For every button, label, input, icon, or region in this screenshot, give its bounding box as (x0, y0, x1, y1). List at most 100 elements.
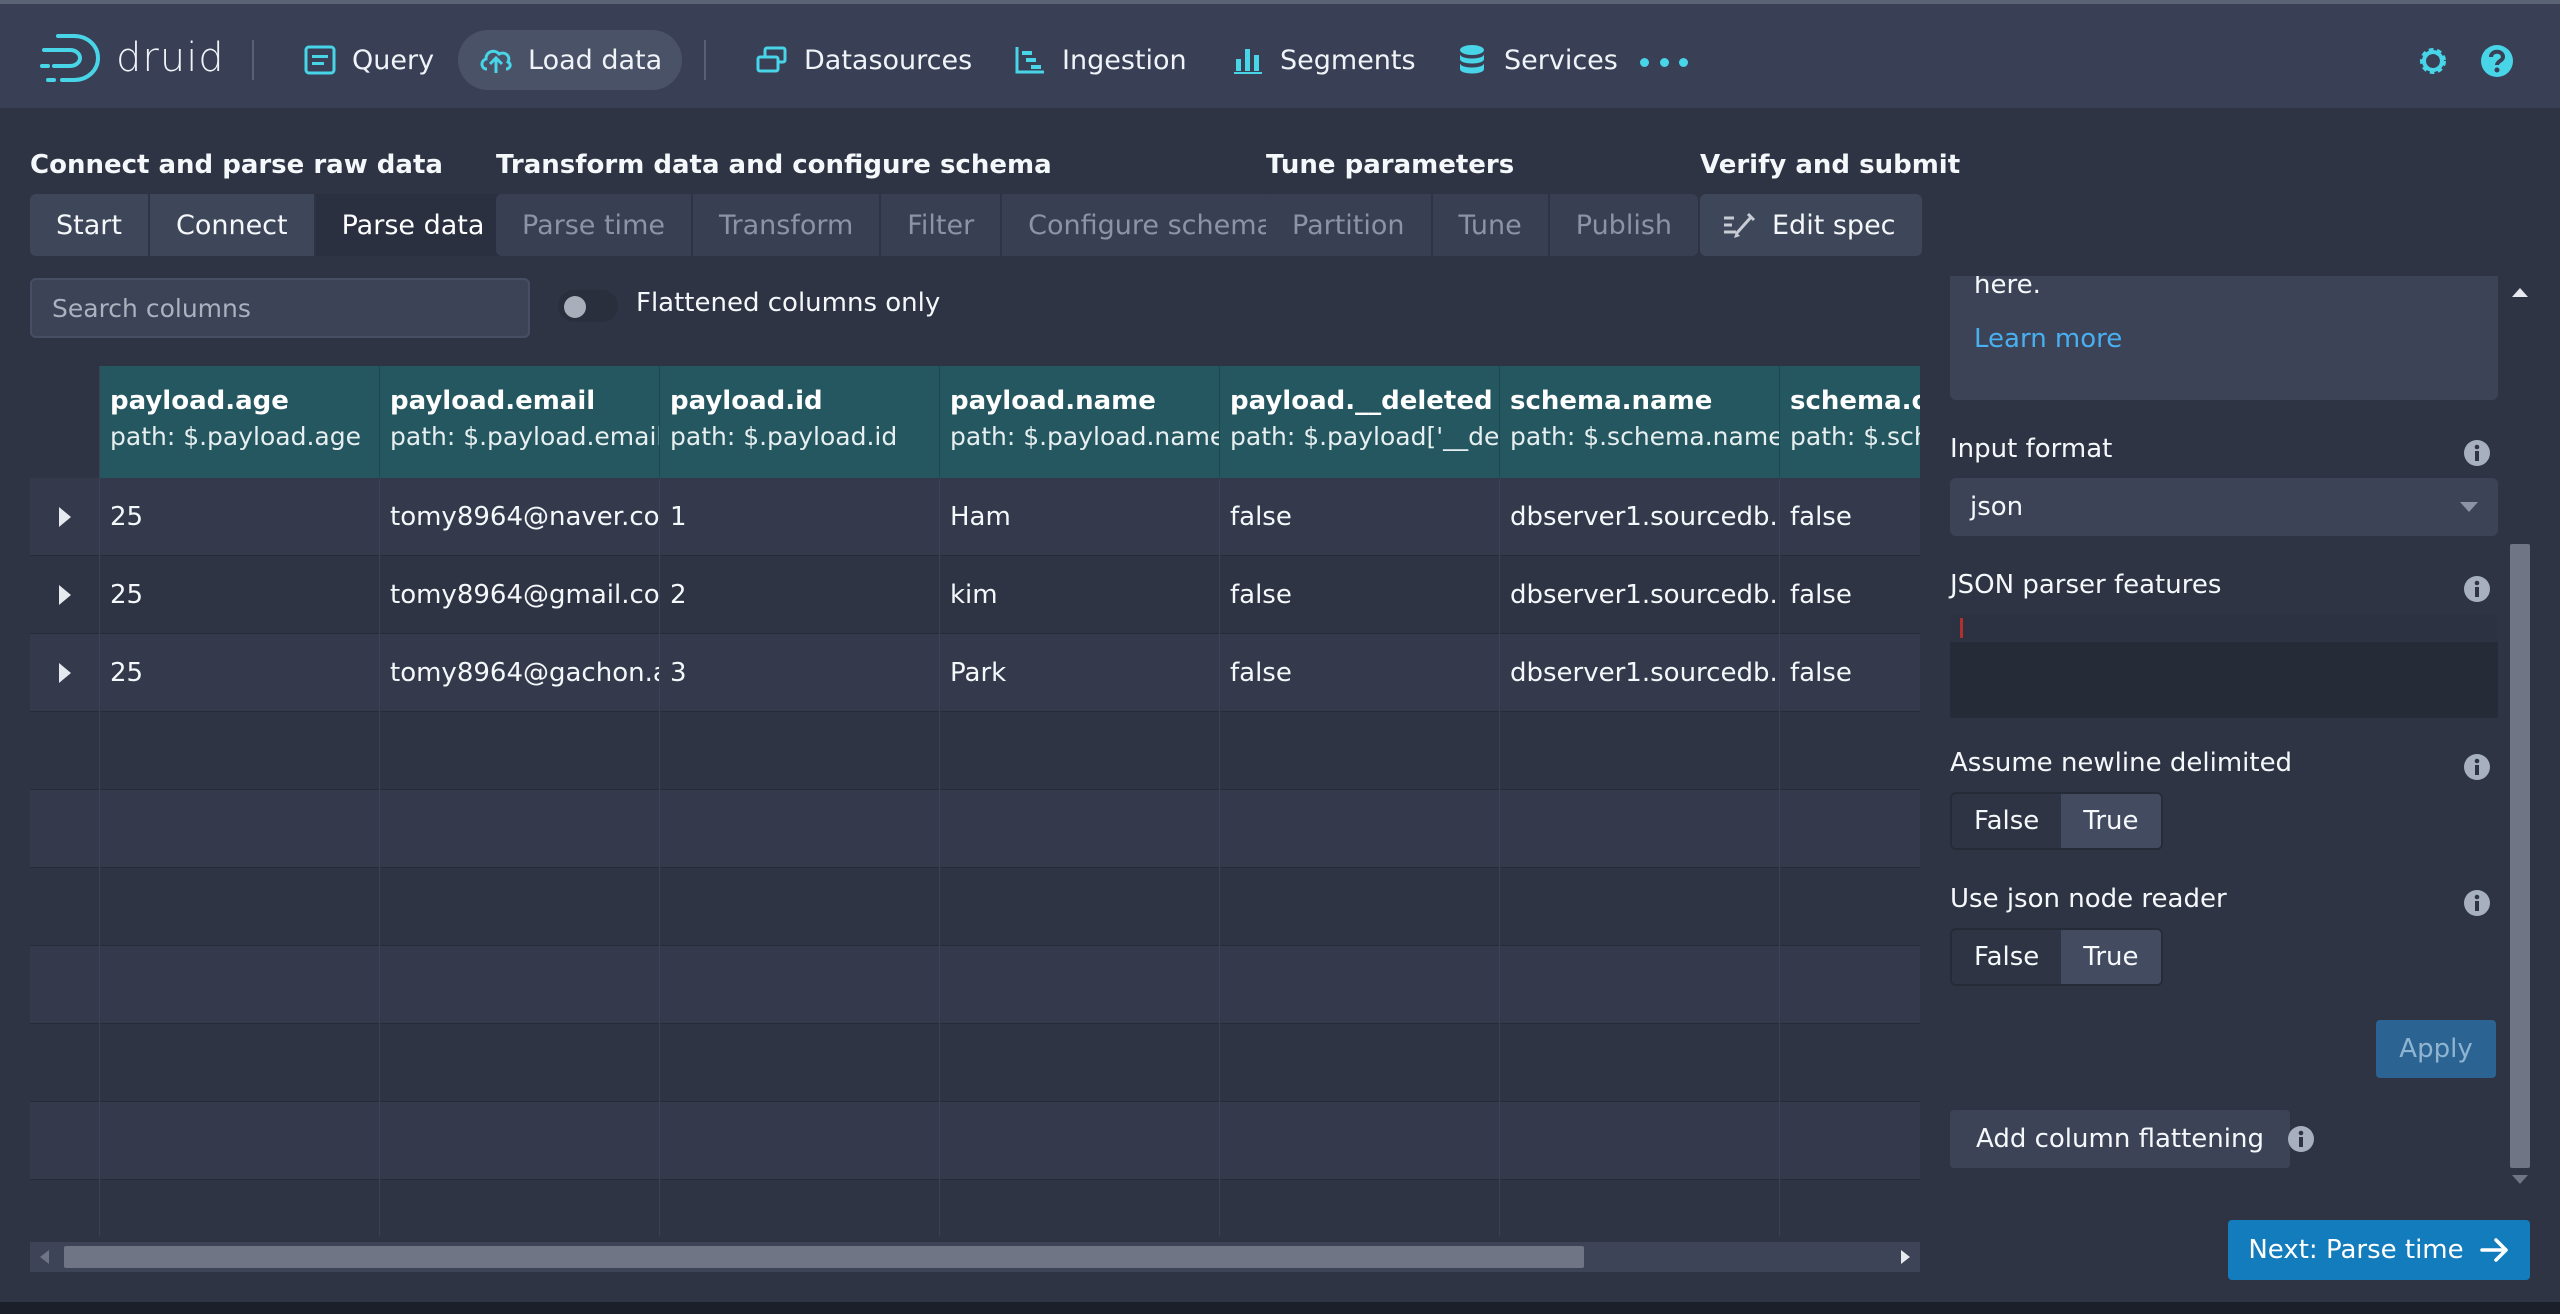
apply-button[interactable]: Apply (2376, 1020, 2496, 1078)
druid-logo[interactable]: druid (40, 30, 225, 86)
column-name: payload.id (670, 386, 823, 416)
scroll-left-icon[interactable] (40, 1250, 49, 1264)
preview-table: payload.age path: $.payload.age payload.e… (30, 366, 1920, 1236)
step-group-connect: Start Connect Parse data (30, 194, 511, 256)
info-sign-icon[interactable] (2462, 752, 2492, 782)
more-icon[interactable] (1640, 44, 1688, 80)
table-cell: tomy8964@gachon.ac (380, 634, 660, 712)
step-group-transform: Parse time Transform Filter Configure sc… (496, 194, 1300, 256)
nav-segments-label: Segments (1280, 44, 1416, 76)
column-header[interactable]: schema.name path: $.schema.name (1500, 366, 1780, 478)
horizontal-scrollbar[interactable] (30, 1242, 1920, 1272)
column-header[interactable]: payload.__deleted path: $.payload['__dele… (1220, 366, 1500, 478)
column-header[interactable]: payload.id path: $.payload.id (660, 366, 940, 478)
step-publish[interactable]: Publish (1549, 194, 1699, 256)
step-connect[interactable]: Connect (149, 194, 316, 256)
column-path: path: $.payload.name (950, 422, 1220, 451)
table-row[interactable]: 25 tomy8964@naver.com 1 Ham false dbserv… (30, 478, 1920, 556)
newline-true-button[interactable]: True (2061, 794, 2161, 848)
learn-more-link[interactable]: Learn more (1974, 324, 2474, 354)
empty-row (30, 1180, 1920, 1236)
step-tune[interactable]: Tune (1432, 194, 1550, 256)
add-column-flattening-button[interactable]: Add column flattening (1950, 1110, 2290, 1168)
table-cell: false (1780, 634, 1920, 712)
info-sign-icon[interactable] (2462, 888, 2492, 918)
nav-ingestion[interactable]: Ingestion (992, 30, 1207, 90)
table-cell: 25 (100, 634, 380, 712)
scroll-right-icon[interactable] (1901, 1250, 1910, 1264)
flattened-columns-toggle[interactable] (558, 290, 618, 322)
node-reader-false-button[interactable]: False (1952, 930, 2062, 984)
row-expander[interactable] (30, 556, 100, 634)
info-sign-icon[interactable] (2462, 574, 2492, 604)
next-parse-time-button[interactable]: Next: Parse time (2228, 1220, 2530, 1280)
node-reader-true-button[interactable]: True (2061, 930, 2161, 984)
step-partition[interactable]: Partition (1266, 194, 1433, 256)
step-parse-data[interactable]: Parse data (315, 194, 511, 256)
scrollbar-thumb[interactable] (64, 1246, 1584, 1268)
step-configure-schema[interactable]: Configure schema (1002, 194, 1300, 256)
table-row[interactable]: 25 tomy8964@gmail.com 2 kim false dbserv… (30, 556, 1920, 634)
table-cell: 2 (660, 556, 940, 634)
empty-row (30, 868, 1920, 946)
column-name: schema.name (1510, 386, 1713, 416)
caret-down-icon (2460, 502, 2478, 512)
search-columns-input[interactable]: Search columns (30, 278, 530, 338)
cog-icon[interactable] (2414, 42, 2452, 80)
nav-load-data[interactable]: Load data (458, 30, 683, 90)
assume-newline-toggle: False True (1950, 792, 2163, 850)
input-format-select[interactable]: json (1950, 478, 2498, 536)
column-name: payload.name (950, 386, 1156, 416)
table-cell: kim (940, 556, 1220, 634)
druid-logo-icon (40, 34, 101, 82)
info-sign-icon[interactable] (2286, 1124, 2316, 1154)
step-start[interactable]: Start (30, 194, 150, 256)
step-group-verify: Edit spec (1700, 194, 1922, 256)
empty-row (30, 946, 1920, 1024)
gantt-chart-icon (1012, 42, 1048, 78)
column-name: schema.op (1790, 386, 1920, 416)
column-header[interactable]: payload.age path: $.payload.age (100, 366, 380, 478)
edit-spec-icon (1722, 210, 1756, 240)
column-path: path: $.payload.email (390, 422, 660, 451)
column-header[interactable]: schema.op path: $.schema.op (1780, 366, 1920, 478)
table-cell: false (1220, 556, 1500, 634)
scroll-up-icon[interactable] (2512, 288, 2528, 297)
nav-load-data-label: Load data (528, 44, 663, 76)
column-header[interactable]: payload.email path: $.payload.email (380, 366, 660, 478)
json-parser-features-editor[interactable] (1950, 614, 2498, 718)
row-expander[interactable] (30, 634, 100, 712)
step-parse-time[interactable]: Parse time (496, 194, 693, 256)
nav-services[interactable]: Services (1434, 30, 1638, 90)
step-edit-spec[interactable]: Edit spec (1700, 194, 1922, 256)
step-transform[interactable]: Transform (692, 194, 882, 256)
row-expander[interactable] (30, 478, 100, 556)
nav-segments[interactable]: Segments (1210, 30, 1436, 90)
nav-datasources[interactable]: Datasources (734, 30, 992, 90)
step-group-tune: Partition Tune Publish (1266, 194, 1699, 256)
json-node-reader-toggle: False True (1950, 928, 2163, 986)
nav-divider (704, 40, 706, 80)
step-filter[interactable]: Filter (881, 194, 1003, 256)
column-header[interactable]: payload.name path: $.payload.name (940, 366, 1220, 478)
assume-newline-label: Assume newline delimited (1950, 748, 2293, 778)
newline-false-button[interactable]: False (1952, 794, 2062, 848)
arrow-right-icon (2479, 1238, 2508, 1262)
table-cell: 3 (660, 634, 940, 712)
table-row[interactable]: 25 tomy8964@gachon.ac 3 Park false dbser… (30, 634, 1920, 712)
info-sign-icon[interactable] (2462, 438, 2492, 468)
editor-cursor (1960, 618, 1963, 638)
column-path: path: $.payload['__deleted'] (1230, 422, 1500, 451)
input-format-label: Input format (1950, 434, 2113, 464)
input-format-value: json (1970, 492, 2024, 522)
nav-query-label: Query (352, 44, 435, 76)
step-group-title-connect: Connect and parse raw data (30, 150, 443, 180)
column-path: path: $.payload.age (110, 422, 361, 451)
nav-query[interactable]: Query (282, 30, 454, 90)
table-cell: dbserver1.sourcedb.u (1500, 556, 1780, 634)
scroll-down-icon[interactable] (2512, 1175, 2528, 1184)
scrollbar-thumb[interactable] (2510, 544, 2530, 1168)
help-icon[interactable] (2478, 42, 2516, 80)
panel-vertical-scrollbar[interactable] (2506, 276, 2534, 1196)
step-group-title-tune: Tune parameters (1266, 150, 1515, 180)
